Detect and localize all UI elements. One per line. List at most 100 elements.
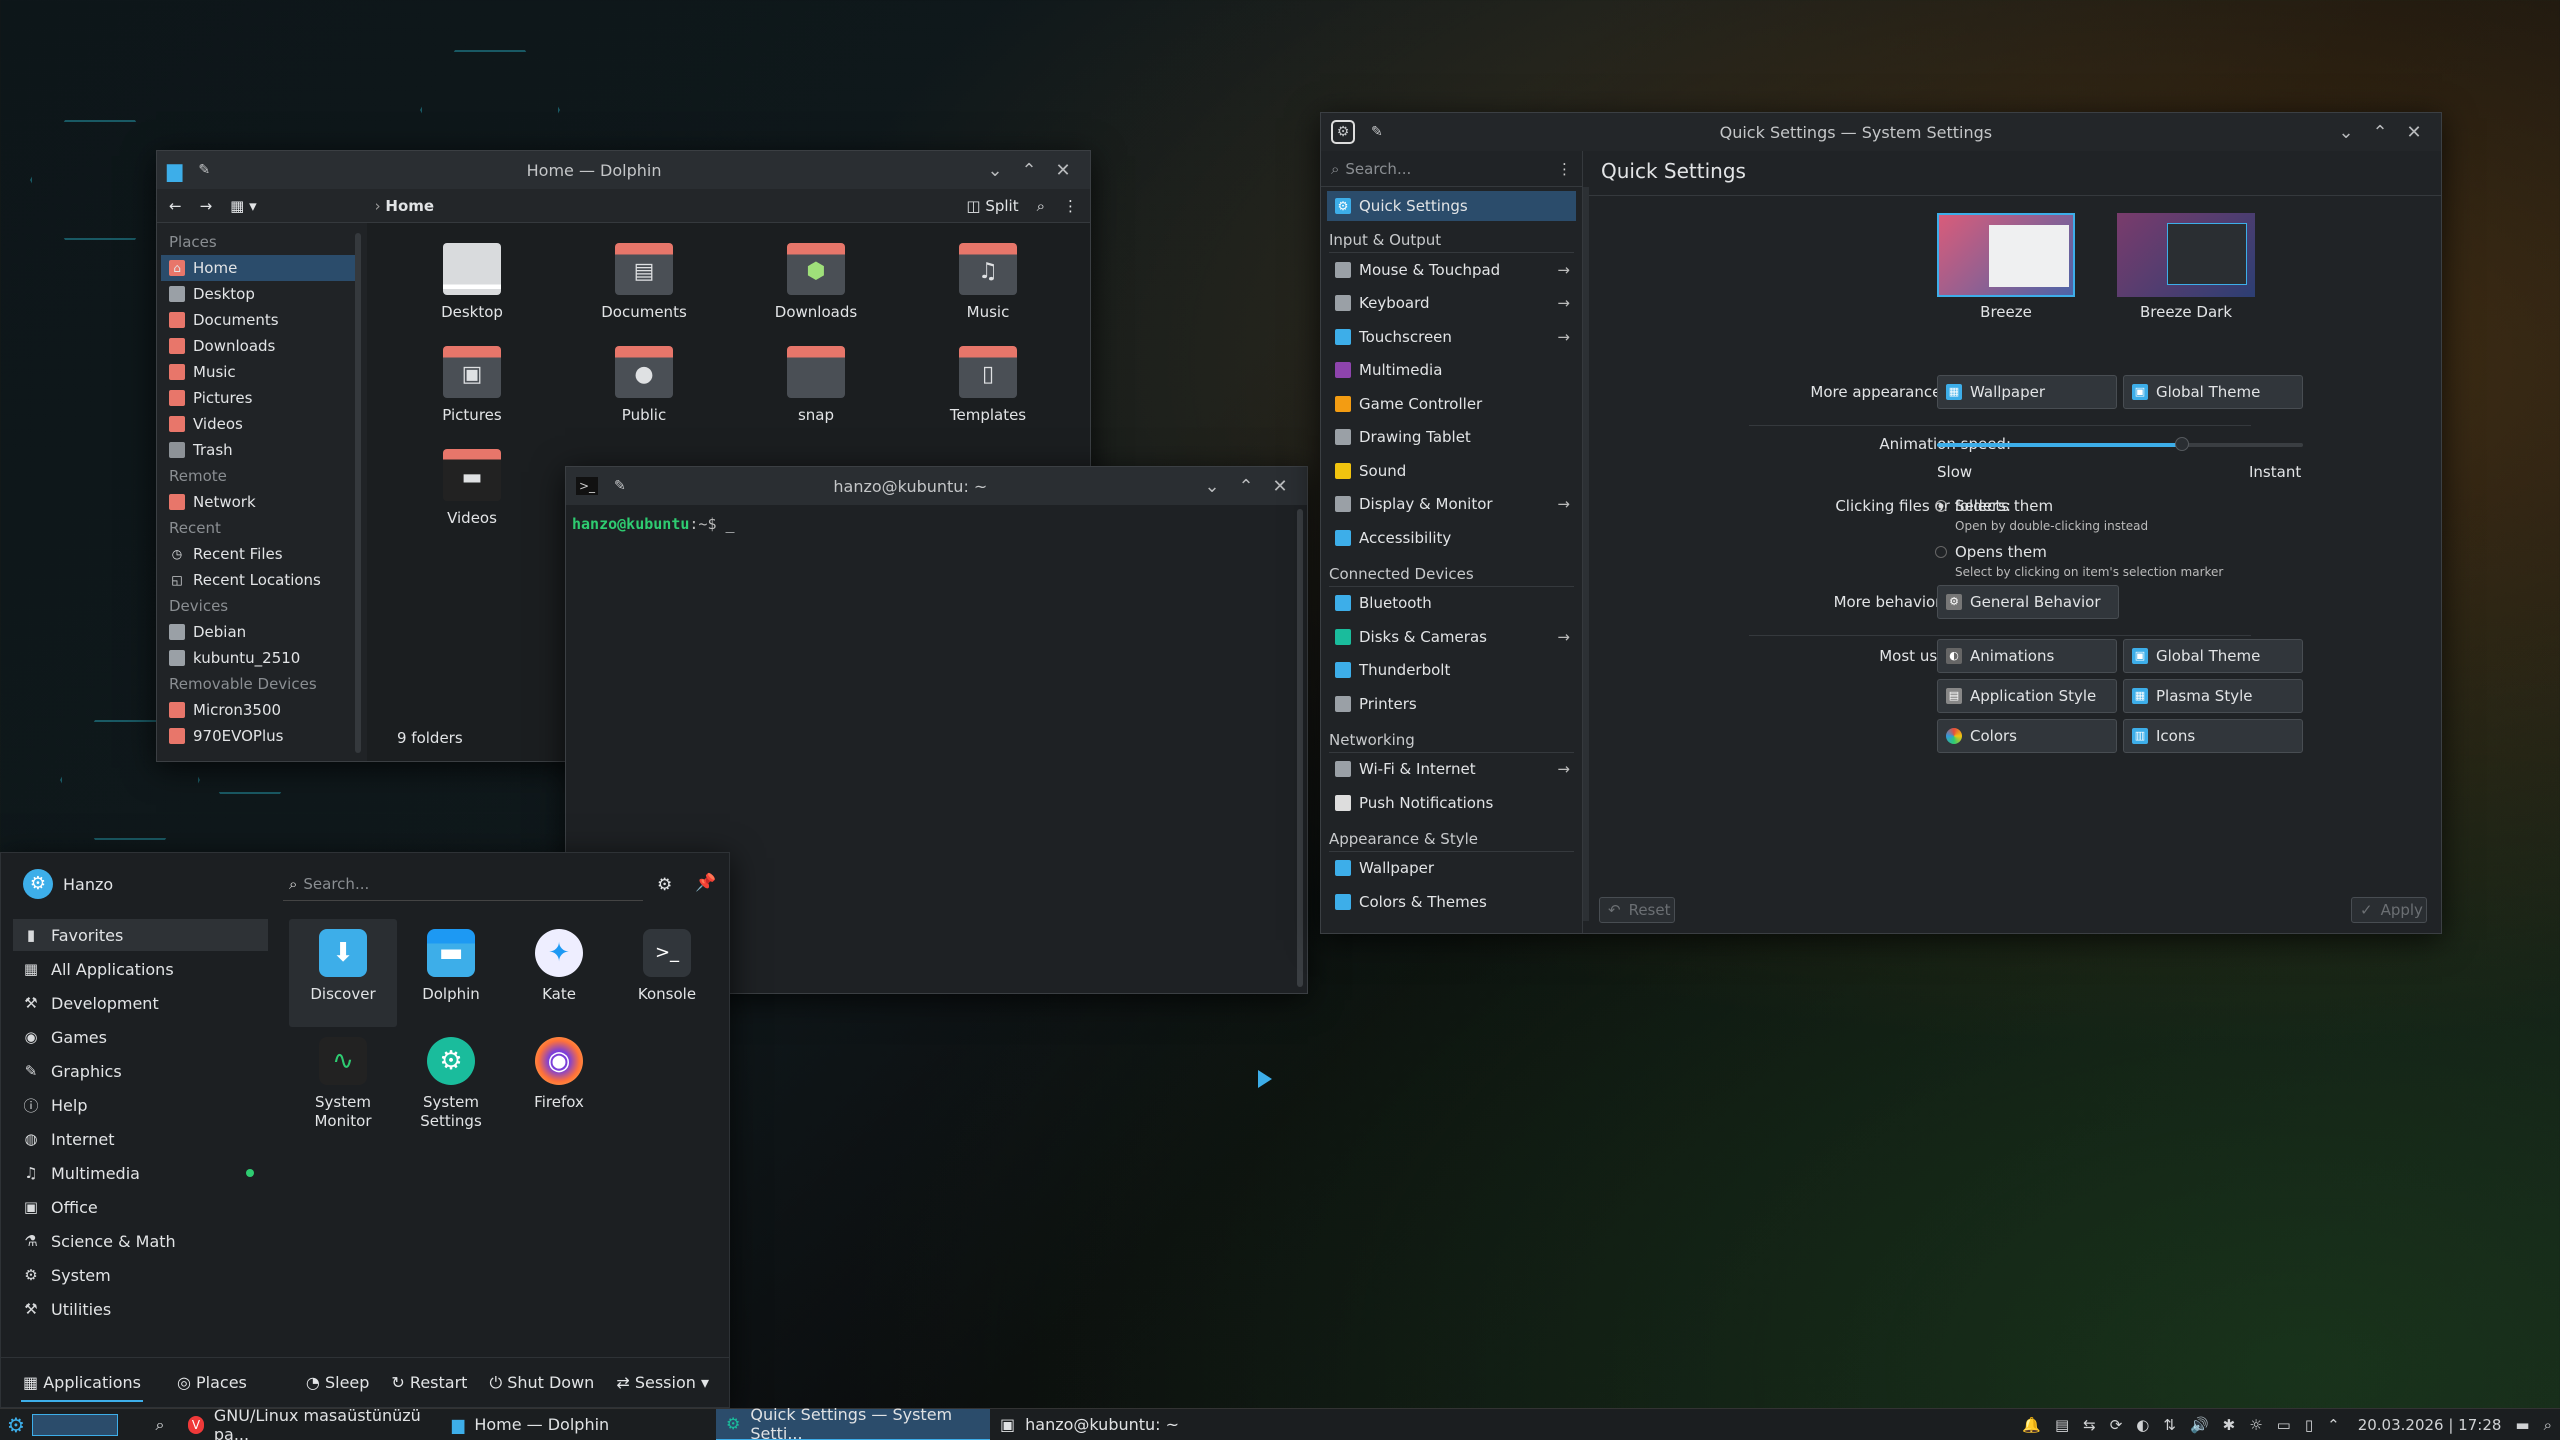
app-discover[interactable]: ⬇ Discover — [289, 919, 397, 1027]
nav-item-drawing-tablet[interactable]: Drawing Tablet — [1327, 421, 1576, 455]
restart-button[interactable]: ↻ Restart — [391, 1373, 467, 1392]
launcher-search[interactable]: ⌕ Search... — [283, 867, 643, 901]
category-all-applications[interactable]: ▦ All Applications — [13, 953, 268, 985]
place-desktop[interactable]: Desktop — [161, 281, 355, 307]
category-office[interactable]: ▣ Office — [13, 1191, 268, 1223]
place-videos[interactable]: Videos — [161, 411, 355, 437]
zoom-icon[interactable]: ⌕ — [2544, 1416, 2552, 1434]
peek-desktop-icon[interactable]: ▬ — [2515, 1416, 2529, 1434]
forward-icon[interactable]: → — [200, 197, 213, 215]
session-button[interactable]: ⇄ Session ▾ — [616, 1373, 709, 1392]
nav-item-mouse-touchpad[interactable]: Mouse & Touchpad → — [1327, 253, 1576, 287]
app-launcher-icon[interactable]: ⚙ — [0, 1413, 32, 1437]
mu-global-theme-button[interactable]: ▣ Global Theme — [2123, 639, 2303, 673]
maximize-button[interactable]: ⌃ — [1012, 160, 1046, 181]
category-development[interactable]: ⚒ Development — [13, 987, 268, 1019]
device-micron[interactable]: Micron3500 — [161, 697, 355, 723]
place-network[interactable]: Network — [161, 489, 355, 515]
volume-icon[interactable]: 🔊 — [2190, 1416, 2209, 1434]
network-icon[interactable]: ⇅ — [2163, 1416, 2176, 1434]
nav-item-disks-cameras[interactable]: Disks & Cameras → — [1327, 620, 1576, 654]
app-system-monitor[interactable]: ∿ System Monitor — [289, 1037, 397, 1131]
view-mode-icon[interactable]: ▦ ▾ — [230, 197, 256, 215]
app-konsole[interactable]: >_ Konsole — [613, 929, 721, 1004]
clock[interactable]: 20.03.2026 | 17:28 — [2358, 1416, 2502, 1434]
back-icon[interactable]: ← — [169, 197, 182, 215]
reset-button[interactable]: ↶ Reset — [1599, 897, 1675, 923]
category-internet[interactable]: ◍ Internet — [13, 1123, 268, 1155]
place-documents[interactable]: Documents — [161, 307, 355, 333]
device-970evo[interactable]: 970EVOPlus — [161, 723, 355, 749]
bluetooth-icon[interactable]: ✱ — [2223, 1416, 2236, 1434]
task-konsole[interactable]: ▣ hanzo@kubuntu: ~ — [990, 1409, 1250, 1440]
nav-item-wi-fi-internet[interactable]: Wi-Fi & Internet → — [1327, 753, 1576, 787]
konsole-titlebar[interactable]: >_ ✎ hanzo@kubuntu: ~ ⌄ ⌃ ✕ — [566, 467, 1307, 505]
battery-icon[interactable]: ▯ — [2305, 1416, 2313, 1434]
display-icon[interactable]: ▭ — [2277, 1416, 2291, 1434]
folder-desktop[interactable]: Desktop — [407, 243, 537, 321]
task-system-settings[interactable]: ⚙ Quick Settings — System Setti... — [716, 1405, 990, 1440]
place-trash[interactable]: Trash — [161, 437, 355, 463]
search-field[interactable]: ⌕ Search... ⋮ — [1321, 151, 1582, 187]
theme-breeze-dark[interactable]: Breeze Dark — [2117, 213, 2255, 321]
breadcrumb[interactable]: › Home — [375, 197, 434, 215]
kdeconnect-icon[interactable]: ⇆ — [2083, 1416, 2096, 1434]
close-button[interactable]: ✕ — [1046, 160, 1080, 181]
nav-item-wallpaper[interactable]: Wallpaper — [1327, 852, 1576, 886]
task-dolphin[interactable]: ▆ Home — Dolphin — [442, 1409, 716, 1440]
wallpaper-button[interactable]: ▦ Wallpaper — [1937, 375, 2117, 409]
settings-titlebar[interactable]: ⚙ ✎ Quick Settings — System Settings ⌄ ⌃… — [1321, 113, 2441, 151]
folder-documents[interactable]: ▤ Documents — [579, 243, 709, 321]
folder-snap[interactable]: snap — [751, 346, 881, 424]
app-firefox[interactable]: ◉ Firefox — [505, 1037, 613, 1112]
category-games[interactable]: ◉ Games — [13, 1021, 268, 1053]
notification-icon[interactable]: 🔔 — [2022, 1416, 2041, 1434]
search-icon[interactable]: ⌕ — [1037, 197, 1045, 215]
clipboard-icon[interactable]: ▤ — [2055, 1416, 2069, 1434]
nav-item-bluetooth[interactable]: Bluetooth — [1327, 587, 1576, 621]
sleep-button[interactable]: ◔ Sleep — [306, 1373, 370, 1392]
nav-quick-settings[interactable]: ⚙ Quick Settings — [1327, 191, 1576, 221]
nav-item-display-monitor[interactable]: Display & Monitor → — [1327, 488, 1576, 522]
place-recent-files[interactable]: ◷ Recent Files — [161, 541, 355, 567]
terminal-scrollbar[interactable] — [1297, 509, 1303, 987]
radio-opens-them[interactable]: Opens them — [1935, 543, 2047, 561]
general-behavior-button[interactable]: ⚙ General Behavior — [1937, 585, 2119, 619]
colors-button[interactable]: Colors — [1937, 719, 2117, 753]
brightness-icon[interactable]: ☼ — [2249, 1416, 2262, 1434]
place-pictures[interactable]: Pictures — [161, 385, 355, 411]
category-utilities[interactable]: ⚒ Utilities — [13, 1293, 268, 1325]
minimize-button[interactable]: ⌄ — [1195, 476, 1229, 497]
theme-breeze[interactable]: Breeze — [1937, 213, 2075, 321]
nav-item-touchscreen[interactable]: Touchscreen → — [1327, 320, 1576, 354]
tray-expand-icon[interactable]: ⌃ — [2327, 1416, 2340, 1434]
minimize-button[interactable]: ⌄ — [2329, 122, 2363, 143]
radio-selects-them[interactable]: Selects them — [1935, 497, 2053, 515]
app-system-settings[interactable]: ⚙ System Settings — [397, 1037, 505, 1131]
sidebar-menu-icon[interactable]: ⋮ — [1557, 160, 1572, 178]
nav-item-keyboard[interactable]: Keyboard → — [1327, 287, 1576, 321]
places-scrollbar[interactable] — [355, 233, 361, 753]
place-home[interactable]: ⌂ Home — [161, 255, 355, 281]
folder-downloads[interactable]: ⬢ Downloads — [751, 243, 881, 321]
pager[interactable] — [32, 1413, 118, 1436]
icons-button[interactable]: ▥ Icons — [2123, 719, 2303, 753]
maximize-button[interactable]: ⌃ — [2363, 122, 2397, 143]
nav-item-multimedia[interactable]: Multimedia — [1327, 354, 1576, 388]
category-favorites[interactable]: ▮ Favorites — [13, 919, 268, 951]
folder-templates[interactable]: ▯ Templates — [923, 346, 1053, 424]
close-button[interactable]: ✕ — [2397, 122, 2431, 143]
device-kubuntu[interactable]: kubuntu_2510 — [161, 645, 355, 671]
nav-item-accessibility[interactable]: Accessibility — [1327, 521, 1576, 555]
nav-item-printers[interactable]: Printers — [1327, 687, 1576, 721]
folder-pictures[interactable]: ▣ Pictures — [407, 346, 537, 424]
minimize-button[interactable]: ⌄ — [978, 160, 1012, 181]
task-browser[interactable]: V GNU/Linux masaüstünüzü pa... — [178, 1406, 442, 1440]
category-system[interactable]: ⚙ System — [13, 1259, 268, 1291]
tab-places[interactable]: ◎ Places — [177, 1373, 247, 1392]
menu-icon[interactable]: ⋮ — [1063, 197, 1078, 215]
app-kate[interactable]: ✦ Kate — [505, 929, 613, 1004]
close-button[interactable]: ✕ — [1263, 476, 1297, 497]
vpn-icon[interactable]: ◐ — [2136, 1416, 2149, 1434]
animation-slider[interactable] — [1937, 437, 2303, 451]
